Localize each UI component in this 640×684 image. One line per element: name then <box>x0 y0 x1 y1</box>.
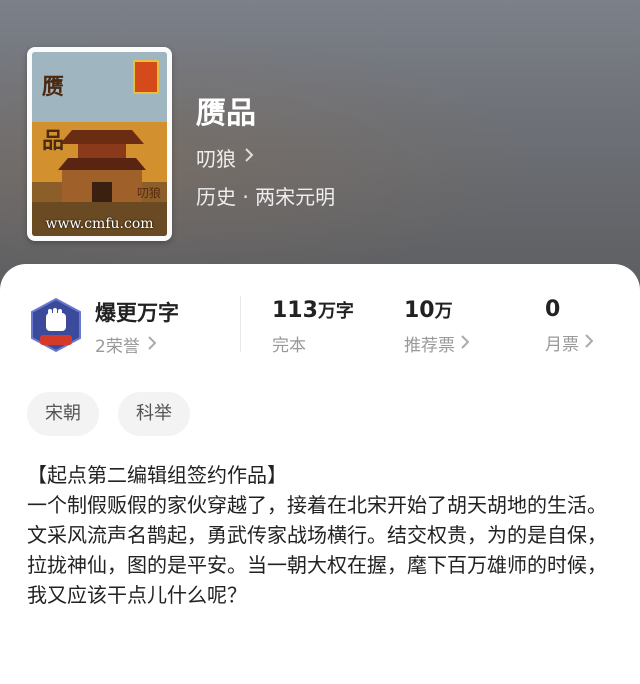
chevron-right-icon <box>585 333 594 353</box>
cover-url: www.cmfu.com <box>45 216 154 232</box>
stats-divider <box>240 296 241 352</box>
stat-monthly-label: 月票 <box>545 335 579 355</box>
stat-monthly-value: 0 <box>545 297 561 322</box>
book-genre: 历史 · 两宋元明 <box>196 185 336 209</box>
honor-title: 爆更万字 <box>95 301 179 325</box>
honor-link[interactable]: 2荣誉 <box>95 332 157 357</box>
cover-author-mark: 叨狼 <box>136 186 161 200</box>
stat-recommend-label: 推荐票 <box>404 336 455 356</box>
stat-recommend-value: 10 <box>404 298 435 323</box>
cover-badge <box>133 60 159 94</box>
stat-words: 113万字 完本 <box>272 297 354 356</box>
tag-chip[interactable]: 宋朝 <box>27 392 99 436</box>
author-name: 叨狼 <box>196 147 236 171</box>
description-body: 一个制假贩假的家伙穿越了，接着在北宋开始了胡天胡地的生活。文采风流声名鹊起，勇武… <box>27 493 607 607</box>
chevron-right-icon <box>148 335 157 355</box>
book-title: 赝品 <box>196 96 256 131</box>
cover-art: 赝 品 叨狼 www.cmfu.com <box>32 52 167 236</box>
honor-count: 2荣誉 <box>95 337 140 357</box>
chevron-right-icon <box>244 147 254 168</box>
book-description: 【起点第二编辑组签约作品】 一个制假贩假的家伙穿越了，接着在北宋开始了胡天胡地的… <box>27 460 617 610</box>
stat-words-value: 113 <box>272 298 318 323</box>
book-cover[interactable]: 赝 品 叨狼 www.cmfu.com <box>27 47 172 241</box>
cover-title: 赝 品 <box>40 60 66 168</box>
fist-badge-icon[interactable] <box>28 297 84 353</box>
stat-words-label: 完本 <box>272 336 306 356</box>
stat-recommend-unit: 万 <box>434 301 453 322</box>
stat-recommend[interactable]: 10万 推荐票 <box>404 297 470 356</box>
chevron-right-icon <box>461 334 470 354</box>
cover-title-char: 赝 <box>41 74 64 100</box>
tag-chip[interactable]: 科举 <box>118 392 190 436</box>
description-header: 【起点第二编辑组签约作品】 <box>27 463 287 487</box>
stat-words-unit: 万字 <box>317 301 354 322</box>
stat-monthly[interactable]: 0 月票 <box>545 297 594 355</box>
cover-title-char: 品 <box>41 128 64 154</box>
author-link[interactable]: 叨狼 <box>196 143 254 172</box>
